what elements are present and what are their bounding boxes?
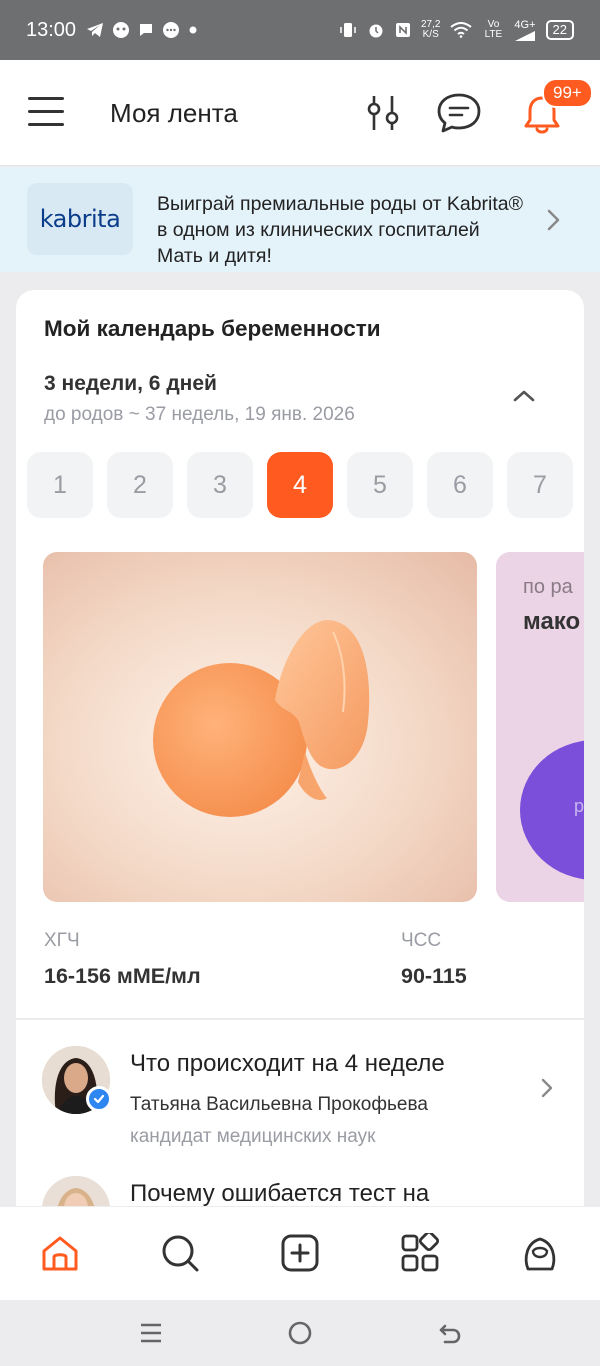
net-speed-unit: K/S [422, 29, 439, 40]
embryo-illustration[interactable] [43, 552, 477, 902]
divider [16, 1018, 584, 1020]
slide-label: по ра [523, 576, 573, 598]
metric-hcg: ХГЧ 16-156 мМЕ/мл [44, 930, 201, 989]
search-icon[interactable] [160, 1233, 200, 1278]
week-button[interactable]: 3 [187, 452, 253, 518]
logo-text: kabrita [39, 205, 121, 233]
pregnancy-calendar-card: Мой календарь беременности 3 недели, 6 д… [16, 290, 584, 1290]
chat-icon[interactable] [436, 92, 482, 139]
metric-value: 16-156 мМЕ/мл [44, 964, 201, 988]
metric-value: 90-115 [401, 964, 467, 988]
bottom-navigation [0, 1206, 600, 1300]
message-icon [138, 22, 154, 38]
signal-label: 4G+ [514, 19, 536, 31]
vibrate-icon [339, 21, 357, 39]
week-button[interactable]: 7 [507, 452, 573, 518]
add-icon[interactable] [280, 1233, 320, 1278]
week-button[interactable]: 6 [427, 452, 493, 518]
slide-heading: мако [523, 608, 581, 635]
week-selector: 1 2 3 4 5 6 7 [27, 452, 573, 518]
chevron-right-icon[interactable] [538, 1076, 556, 1105]
filter-icon[interactable] [362, 92, 404, 139]
net-speed: 27,2 K/S [421, 20, 440, 40]
app-icon [112, 21, 130, 39]
metric-label: ХГЧ [44, 930, 80, 951]
article-author-role: кандидат медицинских наук [130, 1126, 376, 1147]
article-author: Татьяна Васильевна Прокофьева [130, 1094, 428, 1115]
dot-icon [188, 25, 198, 35]
status-bar: 13:00 27,2 K/S Vo LTE 4G+ 22 [0, 0, 600, 60]
page-title: Моя лента [110, 98, 238, 128]
services-icon[interactable] [400, 1230, 440, 1278]
week-button[interactable]: 2 [107, 452, 173, 518]
verified-icon [86, 1086, 112, 1112]
wifi-icon [450, 22, 473, 38]
cellular-icon: 4G+ [514, 19, 536, 41]
alarm-icon [367, 21, 385, 39]
next-slide[interactable]: по ра мако р [496, 552, 584, 902]
article-title: Что происходит на 4 неделе [130, 1050, 445, 1077]
promo-banner[interactable]: kabrita Выиграй премиальные роды от Kabr… [0, 167, 600, 272]
telegram-icon [86, 22, 104, 38]
current-term: 3 недели, 6 дней [44, 372, 217, 395]
chevron-up-icon[interactable] [510, 386, 538, 411]
card-title: Мой календарь беременности [44, 316, 381, 341]
status-time: 13:00 [26, 18, 77, 41]
home-icon[interactable] [40, 1233, 80, 1278]
volte-label: Vo LTE [484, 19, 503, 40]
slide-fragment: р [574, 796, 584, 816]
due-date: до родов ~ 37 недель, 19 янв. 2026 [44, 404, 355, 425]
promo-text: Выиграй премиальные роды от Kabrita® в о… [157, 193, 523, 267]
recent-apps-icon[interactable] [138, 1320, 164, 1351]
system-navigation [0, 1300, 600, 1366]
status-right-icons: 27,2 K/S Vo LTE 4G+ 22 [339, 19, 574, 41]
status-left-icons [86, 21, 198, 39]
app-header: Моя лента 99+ [0, 60, 600, 166]
chevron-right-icon[interactable] [543, 207, 563, 238]
fruit-illustration: р [520, 740, 584, 880]
home-button-icon[interactable] [287, 1320, 313, 1351]
article-title: Почему ошибается тест на [130, 1180, 430, 1207]
nfc-icon [395, 22, 411, 38]
article-item[interactable]: Что происходит на 4 неделе Татьяна Васил… [16, 1046, 584, 1156]
week-button-active[interactable]: 4 [267, 452, 333, 518]
week-button[interactable]: 5 [347, 452, 413, 518]
chat-bubble-icon [162, 21, 180, 39]
week-button[interactable]: 1 [27, 452, 93, 518]
metric-label: ЧСС [401, 930, 442, 951]
back-icon[interactable] [437, 1320, 463, 1351]
kabrita-logo: kabrita [27, 183, 133, 255]
notifications-badge[interactable]: 99+ [542, 78, 593, 108]
metric-heart-rate: ЧСС 90-115 [401, 930, 467, 989]
battery-icon: 22 [545, 20, 574, 40]
profile-icon[interactable] [520, 1233, 560, 1278]
hamburger-menu-icon[interactable] [28, 97, 64, 129]
